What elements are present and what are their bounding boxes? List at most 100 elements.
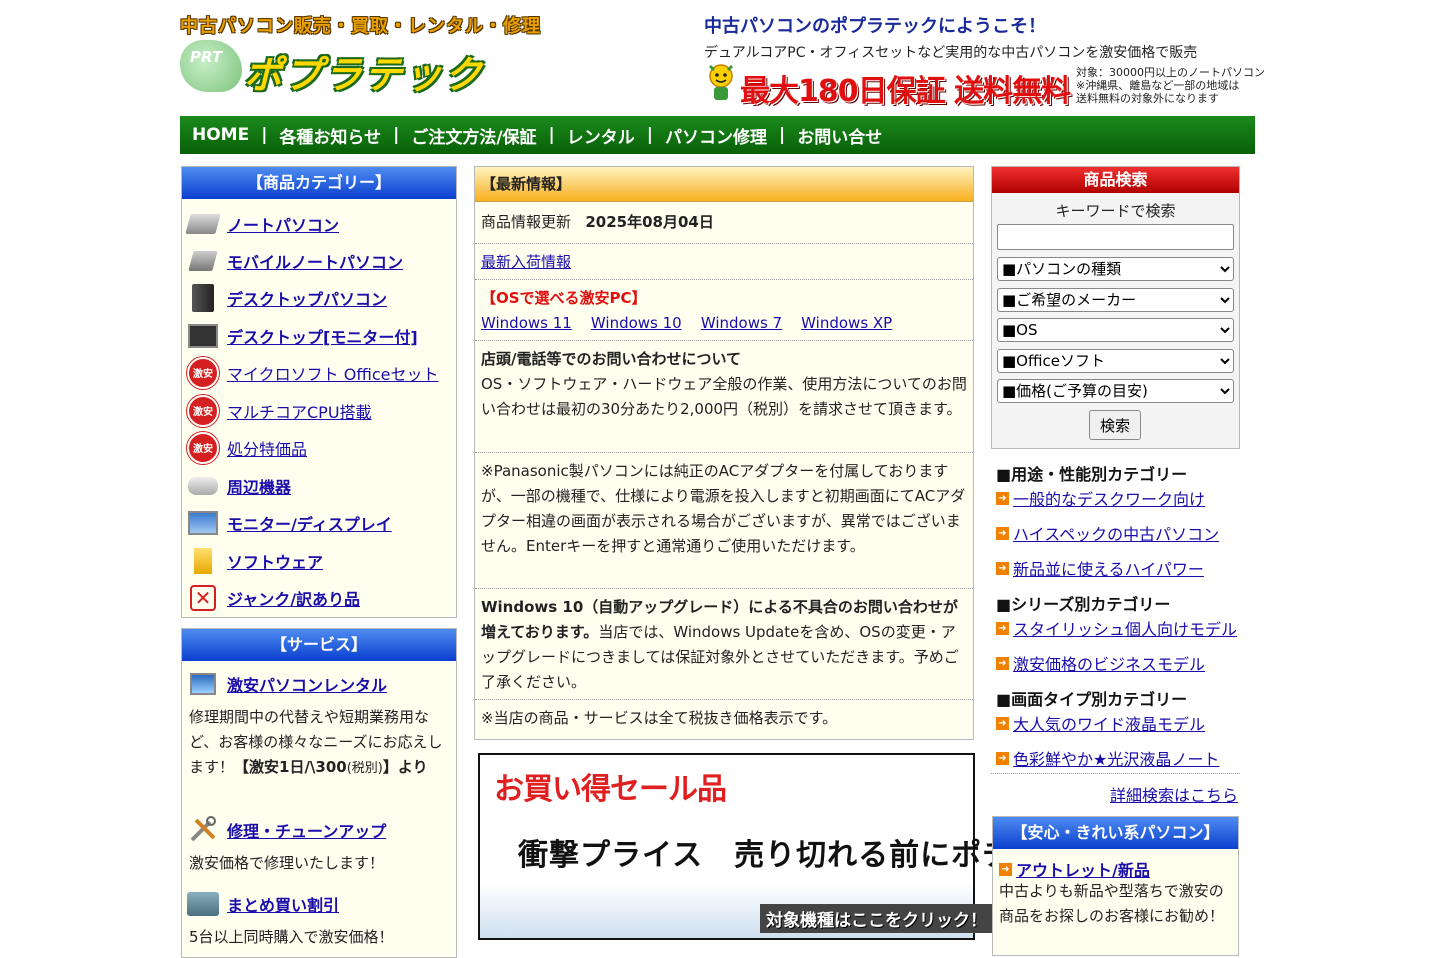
- news-arrivals: 最新入荷情報: [475, 243, 973, 279]
- mobile-laptop-icon: [185, 246, 221, 276]
- series-item: ➜ 激安価格のビジネスモデル: [996, 651, 1205, 675]
- search-panel-title: 商品検索: [992, 167, 1239, 193]
- logo-name[interactable]: ポプラテック: [244, 44, 484, 99]
- logo-prt: PRT: [190, 48, 223, 66]
- category-link-junk[interactable]: ジャンク/訳あり品: [227, 586, 360, 610]
- rental-description: 修理期間中の代替えや短期業務用など、お客様の様々なニーズにお応えします！【激安1…: [189, 705, 451, 781]
- keyword-label: キーワードで検索: [1055, 202, 1176, 220]
- category-item: ✕ ジャンク/訳あり品: [182, 579, 360, 616]
- arrow-right-icon: ➜: [996, 491, 1009, 505]
- news-win10: Windows 10（自動アップグレード）による不具合のお問い合わせが増えており…: [475, 588, 973, 699]
- arrow-right-icon: ➜: [996, 751, 1009, 765]
- monitor-icon: [185, 508, 221, 538]
- main-nav: HOME | 各種お知らせ | ご注文方法/保証 | レンタル | パソコン修理…: [180, 116, 1255, 154]
- service-panel: 【サービス】 激安パソコンレンタル 修理期間中の代替えや短期業務用など、お客様の…: [181, 628, 457, 958]
- outlet-link[interactable]: アウトレット/新品: [1016, 857, 1150, 881]
- os-link-winxp[interactable]: Windows XP: [801, 314, 892, 332]
- category-item: ノートパソコン: [182, 205, 339, 242]
- usage-link-high-power[interactable]: 新品並に使えるハイパワー: [1013, 556, 1204, 580]
- service-link-bulk[interactable]: まとめ買い割引: [227, 892, 339, 916]
- junk-icon: ✕: [185, 583, 221, 613]
- usage-link-high-spec[interactable]: ハイスペックの中古パソコン: [1013, 521, 1219, 545]
- usage-link-desk-work[interactable]: 一般的なデスクワーク向け: [1013, 486, 1205, 510]
- service-link-rental[interactable]: 激安パソコンレンタル: [227, 672, 387, 696]
- usage-heading: ■用途・性能別カテゴリー: [996, 465, 1188, 484]
- category-panel-title: 【商品カテゴリー】: [182, 167, 456, 199]
- peripheral-icon: [185, 471, 221, 501]
- os-heading: 【OSで選べる激安PC】: [481, 289, 647, 307]
- arrivals-link[interactable]: 最新入荷情報: [481, 253, 571, 271]
- software-icon: [185, 546, 221, 576]
- pc-type-select[interactable]: ■パソコンの種類: [997, 257, 1234, 281]
- rental-pc-icon: [185, 669, 221, 699]
- nav-repair[interactable]: パソコン修理: [653, 123, 779, 148]
- category-link-office-set[interactable]: マイクロソフト Officeセット: [227, 361, 438, 385]
- promo-note-line: ※沖縄県、離島など一部の地域は: [1076, 79, 1240, 92]
- category-link-desktop[interactable]: デスクトップパソコン: [227, 286, 387, 310]
- os-link-win10[interactable]: Windows 10: [591, 314, 682, 332]
- safe-item: ➜ アウトレット/新品: [999, 857, 1150, 881]
- category-link-clearance[interactable]: 処分特価品: [227, 436, 307, 460]
- promo-note-line: 送料無料の対象外になります: [1076, 92, 1219, 105]
- usage-item: ➜ ハイスペックの中古パソコン: [996, 521, 1219, 545]
- promo-note-line: 対象：30000円以上のノートパソコン: [1076, 66, 1265, 79]
- office-select[interactable]: ■Officeソフト: [997, 349, 1234, 373]
- category-link-desktop-monitor[interactable]: デスクトップ[モニター付]: [227, 324, 418, 348]
- detail-search-link[interactable]: 詳細検索はこちら: [1110, 782, 1238, 806]
- service-panel-title: 【サービス】: [182, 629, 456, 661]
- nav-home[interactable]: HOME: [180, 125, 261, 145]
- os-select[interactable]: ■OS: [997, 318, 1234, 342]
- screen-item: ➜ 色彩鮮やか★光沢液晶ノート: [996, 746, 1219, 770]
- price-select[interactable]: ■価格(ご予算の目安): [997, 379, 1234, 403]
- series-link-business[interactable]: 激安価格のビジネスモデル: [1013, 651, 1205, 675]
- service-item: 激安パソコンレンタル: [182, 665, 387, 702]
- sale-banner-click[interactable]: 対象機種はここをクリック！: [760, 904, 993, 933]
- category-link-mobile-notebook[interactable]: モバイルノートパソコン: [227, 249, 403, 273]
- safe-pc-title: 【安心・きれい系パソコン】: [993, 817, 1238, 849]
- os-link-win11[interactable]: Windows 11: [481, 314, 572, 332]
- screen-link-wide[interactable]: 大人気のワイド液晶モデル: [1013, 711, 1205, 735]
- news-panel-title: 【最新情報】: [475, 167, 973, 202]
- screen-link-glossy[interactable]: 色彩鮮やか★光沢液晶ノート: [1013, 746, 1219, 770]
- keyword-input[interactable]: [997, 224, 1234, 250]
- category-link-software[interactable]: ソフトウェア: [227, 549, 323, 573]
- nav-contact[interactable]: お問い合せ: [785, 123, 894, 148]
- os-link-win7[interactable]: Windows 7: [701, 314, 782, 332]
- shop-tagline: デュアルコアPC・オフィスセットなど実用的な中古パソコンを激安価格で販売: [704, 45, 1198, 61]
- category-item: 周辺機器: [182, 467, 291, 504]
- news-panasonic: ※Panasonic製パソコンには純正のACアダプターを付属しておりますが、一部…: [475, 452, 973, 588]
- outlet-description: 中古よりも新品や型落ちで激安の商品をお探しのお客様にお勧め！: [999, 882, 1225, 925]
- nav-rental[interactable]: レンタル: [555, 123, 647, 148]
- category-link-monitor[interactable]: モニター/ディスプレイ: [227, 511, 392, 535]
- screen-heading: ■画面タイプ別カテゴリー: [996, 690, 1188, 709]
- desktop-monitor-icon: [185, 321, 221, 351]
- category-item: モバイルノートパソコン: [182, 242, 403, 279]
- welcome-heading: 中古パソコンのポプラテックにようこそ！: [704, 16, 1046, 37]
- category-link-peripherals[interactable]: 周辺機器: [227, 474, 291, 498]
- arrow-right-icon: ➜: [996, 716, 1009, 730]
- news-inquiry: 店頭/電話等でのお問い合わせについて OS・ソフトウェア・ハードウェア全般の作業…: [475, 340, 973, 452]
- news-os: 【OSで選べる激安PC】 Windows 11 Windows 10 Windo…: [475, 279, 973, 340]
- rental-price-tail: 】より: [382, 758, 428, 776]
- nav-notices[interactable]: 各種お知らせ: [267, 123, 393, 148]
- inquiry-heading: 店頭/電話等でのお問い合わせについて: [481, 350, 742, 368]
- category-item: ソフトウェア: [182, 542, 323, 579]
- news-update: 商品情報更新 2025年08月04日: [475, 202, 973, 243]
- usage-item: ➜ 一般的なデスクワーク向け: [996, 486, 1205, 510]
- category-link-multicore[interactable]: マルチコアCPU搭載: [227, 399, 372, 423]
- category-item: デスクトップパソコン: [182, 279, 387, 316]
- update-label: 商品情報更新: [481, 213, 572, 231]
- nav-order-guarantee[interactable]: ご注文方法/保証: [399, 123, 548, 148]
- service-item: 修理・チューンアップ: [182, 811, 386, 848]
- tools-icon: [185, 815, 221, 845]
- search-button[interactable]: 検索: [1089, 410, 1141, 440]
- maker-select[interactable]: ■ご希望のメーカー: [997, 288, 1234, 312]
- service-link-repair[interactable]: 修理・チューンアップ: [227, 818, 386, 842]
- series-link-stylish[interactable]: スタイリッシュ個人向けモデル: [1013, 616, 1237, 640]
- promo-note: 対象：30000円以上のノートパソコン ※沖縄県、離島など一部の地域は 送料無料…: [1076, 66, 1265, 105]
- category-panel: 【商品カテゴリー】 ノートパソコン モバイルノートパソコン デスクトップパソコン…: [181, 166, 457, 618]
- promo-banner-text: 最大180日保証 送料無料: [740, 74, 1071, 109]
- category-link-notebook[interactable]: ノートパソコン: [227, 212, 339, 236]
- usage-item: ➜ 新品並に使えるハイパワー: [996, 556, 1204, 580]
- arrow-right-icon: ➜: [996, 656, 1009, 670]
